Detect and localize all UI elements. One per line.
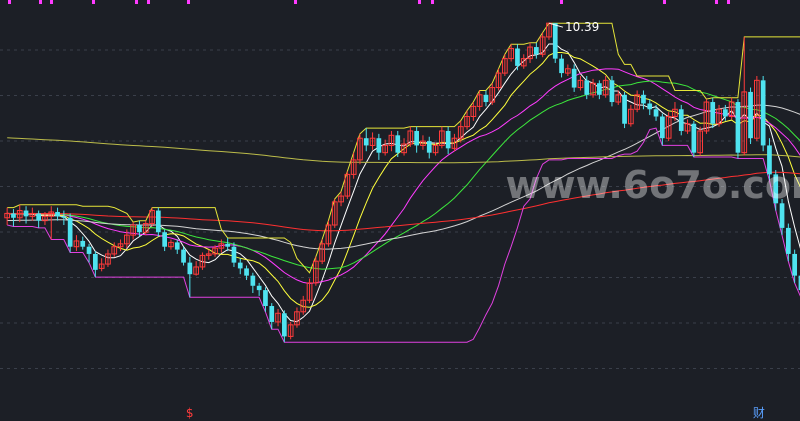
top-marker-dot [727,0,730,4]
top-marker-dot [147,0,150,4]
event-marker-dividend: $ [186,406,194,420]
candle-body-down [11,213,16,218]
candle-body-down [597,83,602,95]
candle-body-down [55,211,60,217]
candle-body-down [363,138,369,146]
candle-body-down [414,130,419,146]
candle-body-down [181,249,186,263]
candle [760,75,766,152]
candle-body-down [786,227,791,254]
candle-body-down [445,130,451,149]
candle-body-down [534,47,539,55]
candle-body-down [691,123,697,153]
candle [735,99,741,159]
candle-body-down [237,262,243,269]
top-marker-dot [663,0,666,4]
candle-body-down [231,246,237,263]
candle-body-down [93,253,98,270]
candle [748,87,753,144]
candle [710,97,716,129]
candle-body-down [244,268,249,276]
candle-body-down [584,80,590,95]
candle-body-down [678,109,684,131]
candle-body-down [723,109,728,117]
candle [67,213,73,253]
top-marker-dot [92,0,95,4]
candle-body-down [187,262,193,275]
candle-body-down [256,285,262,291]
candle-body-down [483,94,489,103]
candle [609,75,615,107]
candle-body-down [552,23,558,59]
top-marker-dot [560,0,563,4]
candle-body-down [653,109,659,117]
top-marker-dot [418,0,421,4]
candle-body-down [80,240,86,247]
top-marker-dot [294,0,297,4]
top-marker-dot [50,0,53,4]
candle-body-down [156,210,161,233]
peak-label: 10.39 [565,20,599,34]
candle-body-down [710,102,716,124]
candle-body-down [748,91,753,139]
candle-body-down [162,232,167,247]
candle [691,120,697,158]
candle-body-down [250,275,256,286]
top-marker-dot [39,0,42,4]
candle-body-down [735,102,741,153]
candle-body-down [23,210,29,217]
candle-body-down [225,243,230,247]
candle-body-down [571,68,577,88]
candle-body-down [36,213,41,221]
candle-body-down [137,225,142,233]
candle [552,23,558,63]
event-marker-finance: 财 [753,406,765,420]
top-marker-dot [431,0,434,4]
candle [678,104,684,136]
candle-body-down [174,242,180,250]
candle-body-down [792,253,797,276]
candle-body-down [760,80,766,146]
candle-body-down [395,135,401,153]
candle [622,91,627,129]
top-marker-dot [187,0,190,4]
top-marker-dot [8,0,11,4]
watermark: www.6o7o.com [505,163,800,207]
top-marker-dot [715,0,718,4]
candle-body-down [660,116,665,139]
candlestick-chart: www.6o7o.com 10.39 $ 财 [0,0,800,421]
candle-body-down [426,141,432,153]
candle-body-down [67,217,73,247]
candle-body-down [282,313,287,337]
candle-body-down [61,216,67,218]
top-marker-dot [135,0,138,4]
candle-body-down [86,246,92,254]
candle-body-down [263,290,268,307]
candle-body-down [647,103,653,110]
candle-body-down [609,80,615,103]
candle-body-down [269,306,275,322]
candle-body-down [641,94,646,104]
candle-body-down [559,58,564,74]
candle-body-down [622,94,627,124]
candle-body-down [376,138,382,153]
candle-body-down [515,48,520,66]
